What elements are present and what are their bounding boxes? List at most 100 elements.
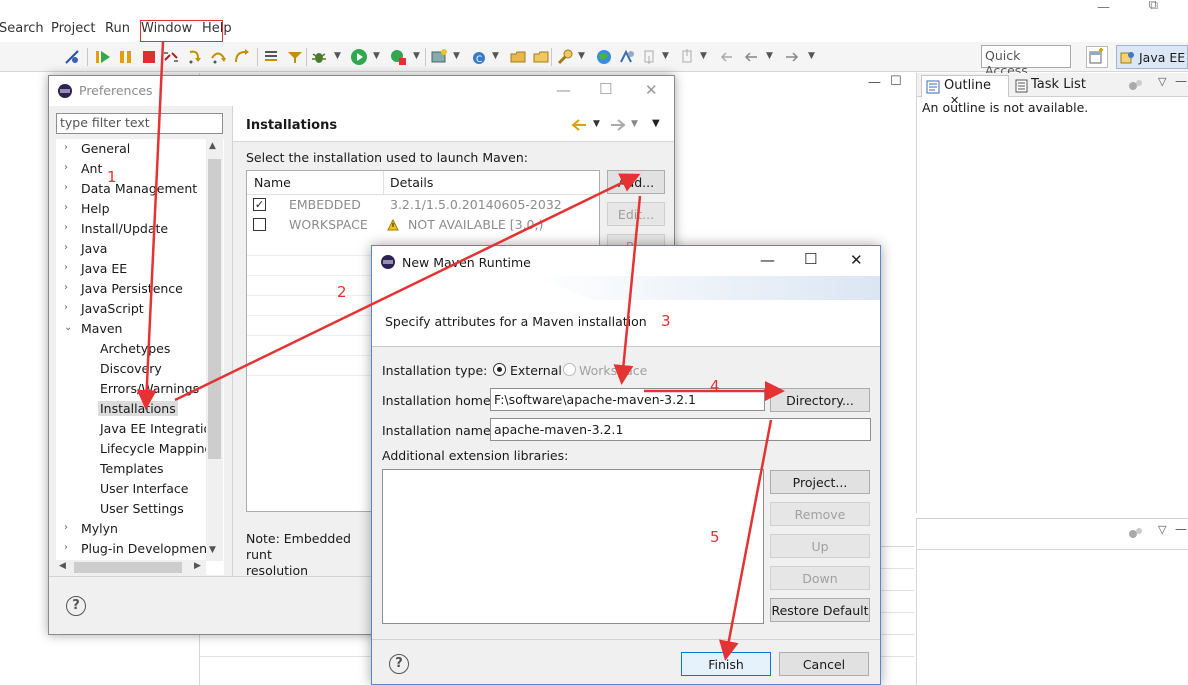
external-radio[interactable] (493, 363, 506, 376)
down-button[interactable]: Down (770, 566, 870, 590)
external-radio-label[interactable]: External (510, 363, 562, 378)
outline-minimize-icon[interactable]: — (1175, 74, 1187, 88)
table-row[interactable]: WORKSPACE NOT AVAILABLE [3.0,) (247, 215, 599, 235)
tree-item[interactable]: › Java Persistence (56, 279, 206, 299)
prev-annotation-icon[interactable] (679, 48, 697, 66)
last-edit-icon[interactable] (718, 48, 736, 66)
scroll-down-icon[interactable]: ▼ (209, 545, 216, 555)
tree-collapsed-icon[interactable]: › (64, 202, 68, 213)
tree-item[interactable]: › JavaScript (56, 299, 206, 319)
bottom-view-gears-icon[interactable] (1128, 526, 1144, 540)
new-class-icon[interactable]: C (470, 48, 488, 66)
tree-collapsed-icon[interactable]: › (64, 162, 68, 173)
tree-item[interactable]: › Ant (56, 159, 206, 179)
tree-expanded-icon[interactable]: ⌄ (64, 322, 72, 333)
extension-libraries-list[interactable] (382, 469, 764, 624)
up-button[interactable]: Up (770, 534, 870, 558)
maven-help-icon[interactable]: ? (389, 654, 409, 674)
search-icon[interactable] (556, 48, 574, 66)
open-type-icon[interactable] (509, 48, 527, 66)
column-details[interactable]: Details (390, 175, 433, 190)
terminate-icon[interactable] (140, 48, 158, 66)
tree-item[interactable]: › Help (56, 199, 206, 219)
tree-item[interactable]: › General (56, 139, 206, 159)
bottom-view-minimize-icon[interactable]: — (1175, 522, 1187, 536)
tree-item[interactable]: User Interface (56, 479, 206, 499)
new-server-icon[interactable] (430, 48, 448, 66)
scroll-up-icon[interactable]: ▲ (209, 141, 216, 151)
menu-run[interactable]: Run (105, 21, 130, 36)
menu-project[interactable]: Project (51, 21, 95, 36)
view-menu-chevron-icon[interactable]: ▽ (1158, 75, 1166, 88)
table-row[interactable]: ✓ EMBEDDED 3.2.1/1.5.0.20140605-2032 (247, 195, 599, 215)
quick-access-input[interactable]: Quick Access (981, 45, 1071, 78)
project-button[interactable]: Project... (770, 470, 870, 494)
restore-default-button[interactable]: Restore Default (770, 598, 870, 622)
use-step-filters-icon[interactable] (286, 48, 304, 66)
tree-item[interactable]: › Data Management (56, 179, 206, 199)
scroll-left-icon[interactable]: ◀ (59, 561, 66, 571)
tree-item[interactable]: › Plug-in Development (56, 539, 212, 559)
tree-collapsed-icon[interactable]: › (64, 262, 68, 273)
maven-close-button[interactable]: ✕ (850, 251, 863, 269)
workbench-minimize-icon[interactable]: — (1097, 0, 1110, 15)
workbench-restore-icon[interactable]: ⧉ (1149, 0, 1158, 13)
preferences-close-button[interactable]: ✕ (645, 81, 658, 99)
disconnect-icon[interactable] (162, 48, 180, 66)
preferences-maximize-button[interactable]: ☐ (599, 80, 612, 98)
resume-icon[interactable] (94, 48, 112, 66)
step-into-icon[interactable] (186, 48, 204, 66)
tree-item[interactable]: Templates (56, 459, 206, 479)
tree-item[interactable]: › Mylyn (56, 519, 206, 539)
installation-name-input[interactable]: apache-maven-3.2.1 (490, 418, 871, 441)
row-checkbox[interactable]: ✓ (253, 198, 266, 211)
tree-item[interactable]: ⌄ Maven (56, 319, 206, 339)
suspend-icon[interactable] (117, 48, 135, 66)
run-external-tool-icon[interactable] (389, 48, 407, 66)
preferences-minimize-button[interactable]: — (556, 81, 571, 99)
tree-item[interactable]: User Settings (56, 499, 206, 519)
remove-button[interactable]: Remove (770, 502, 870, 526)
drop-to-frame-icon[interactable] (263, 48, 281, 66)
back-dropdown-icon[interactable]: ▼ (593, 119, 600, 129)
menu-search[interactable]: Search (0, 21, 44, 36)
open-perspective-button[interactable] (1086, 46, 1108, 68)
tree-item[interactable]: › Java EE (56, 259, 206, 279)
back-icon[interactable] (742, 48, 760, 66)
forward-arrow-icon[interactable] (609, 118, 627, 132)
tree-collapsed-icon[interactable]: › (64, 222, 68, 233)
tree-collapsed-icon[interactable]: › (64, 142, 68, 153)
tree-item[interactable]: Discovery (56, 359, 206, 379)
maven-minimize-button[interactable]: — (760, 251, 775, 269)
next-annotation-icon[interactable] (641, 48, 659, 66)
annotation-icon[interactable] (618, 48, 636, 66)
workspace-radio[interactable] (563, 363, 576, 376)
tree-horizontal-scrollbar[interactable]: ◀ ▶ (56, 560, 206, 575)
editor-minimize-icon[interactable]: — (868, 75, 881, 90)
tree-collapsed-icon[interactable]: › (64, 542, 68, 553)
step-over-icon[interactable] (209, 48, 227, 66)
workspace-radio-label[interactable]: Workspace (579, 363, 647, 378)
java-ee-perspective-button[interactable]: Java EE (1116, 45, 1188, 69)
editor-maximize-icon[interactable]: ☐ (890, 74, 902, 89)
column-name[interactable]: Name (254, 175, 291, 190)
debug-icon[interactable] (310, 48, 328, 66)
preferences-help-icon[interactable]: ? (66, 596, 86, 616)
back-arrow-icon[interactable] (570, 118, 588, 132)
tab-outline[interactable]: Outline ✕ (921, 75, 1009, 107)
tree-item[interactable]: › Install/Update (56, 219, 206, 239)
step-return-icon[interactable] (232, 48, 250, 66)
globe-icon[interactable] (595, 48, 613, 66)
forward-dropdown-icon[interactable]: ▼ (631, 119, 638, 129)
tree-collapsed-icon[interactable]: › (64, 302, 68, 313)
tab-task-list[interactable]: Task List (1013, 75, 1113, 97)
skip-breakpoints-icon[interactable] (63, 48, 81, 66)
tree-collapsed-icon[interactable]: › (64, 522, 68, 533)
tree-hscroll-thumb[interactable] (74, 562, 182, 573)
tree-collapsed-icon[interactable]: › (64, 282, 68, 293)
tree-item[interactable]: › Java (56, 239, 206, 259)
scroll-right-icon[interactable]: ▶ (194, 561, 201, 571)
run-icon[interactable] (350, 48, 368, 66)
edit-installation-button[interactable]: Edit... (607, 202, 665, 226)
tree-scroll-thumb[interactable] (208, 159, 221, 459)
